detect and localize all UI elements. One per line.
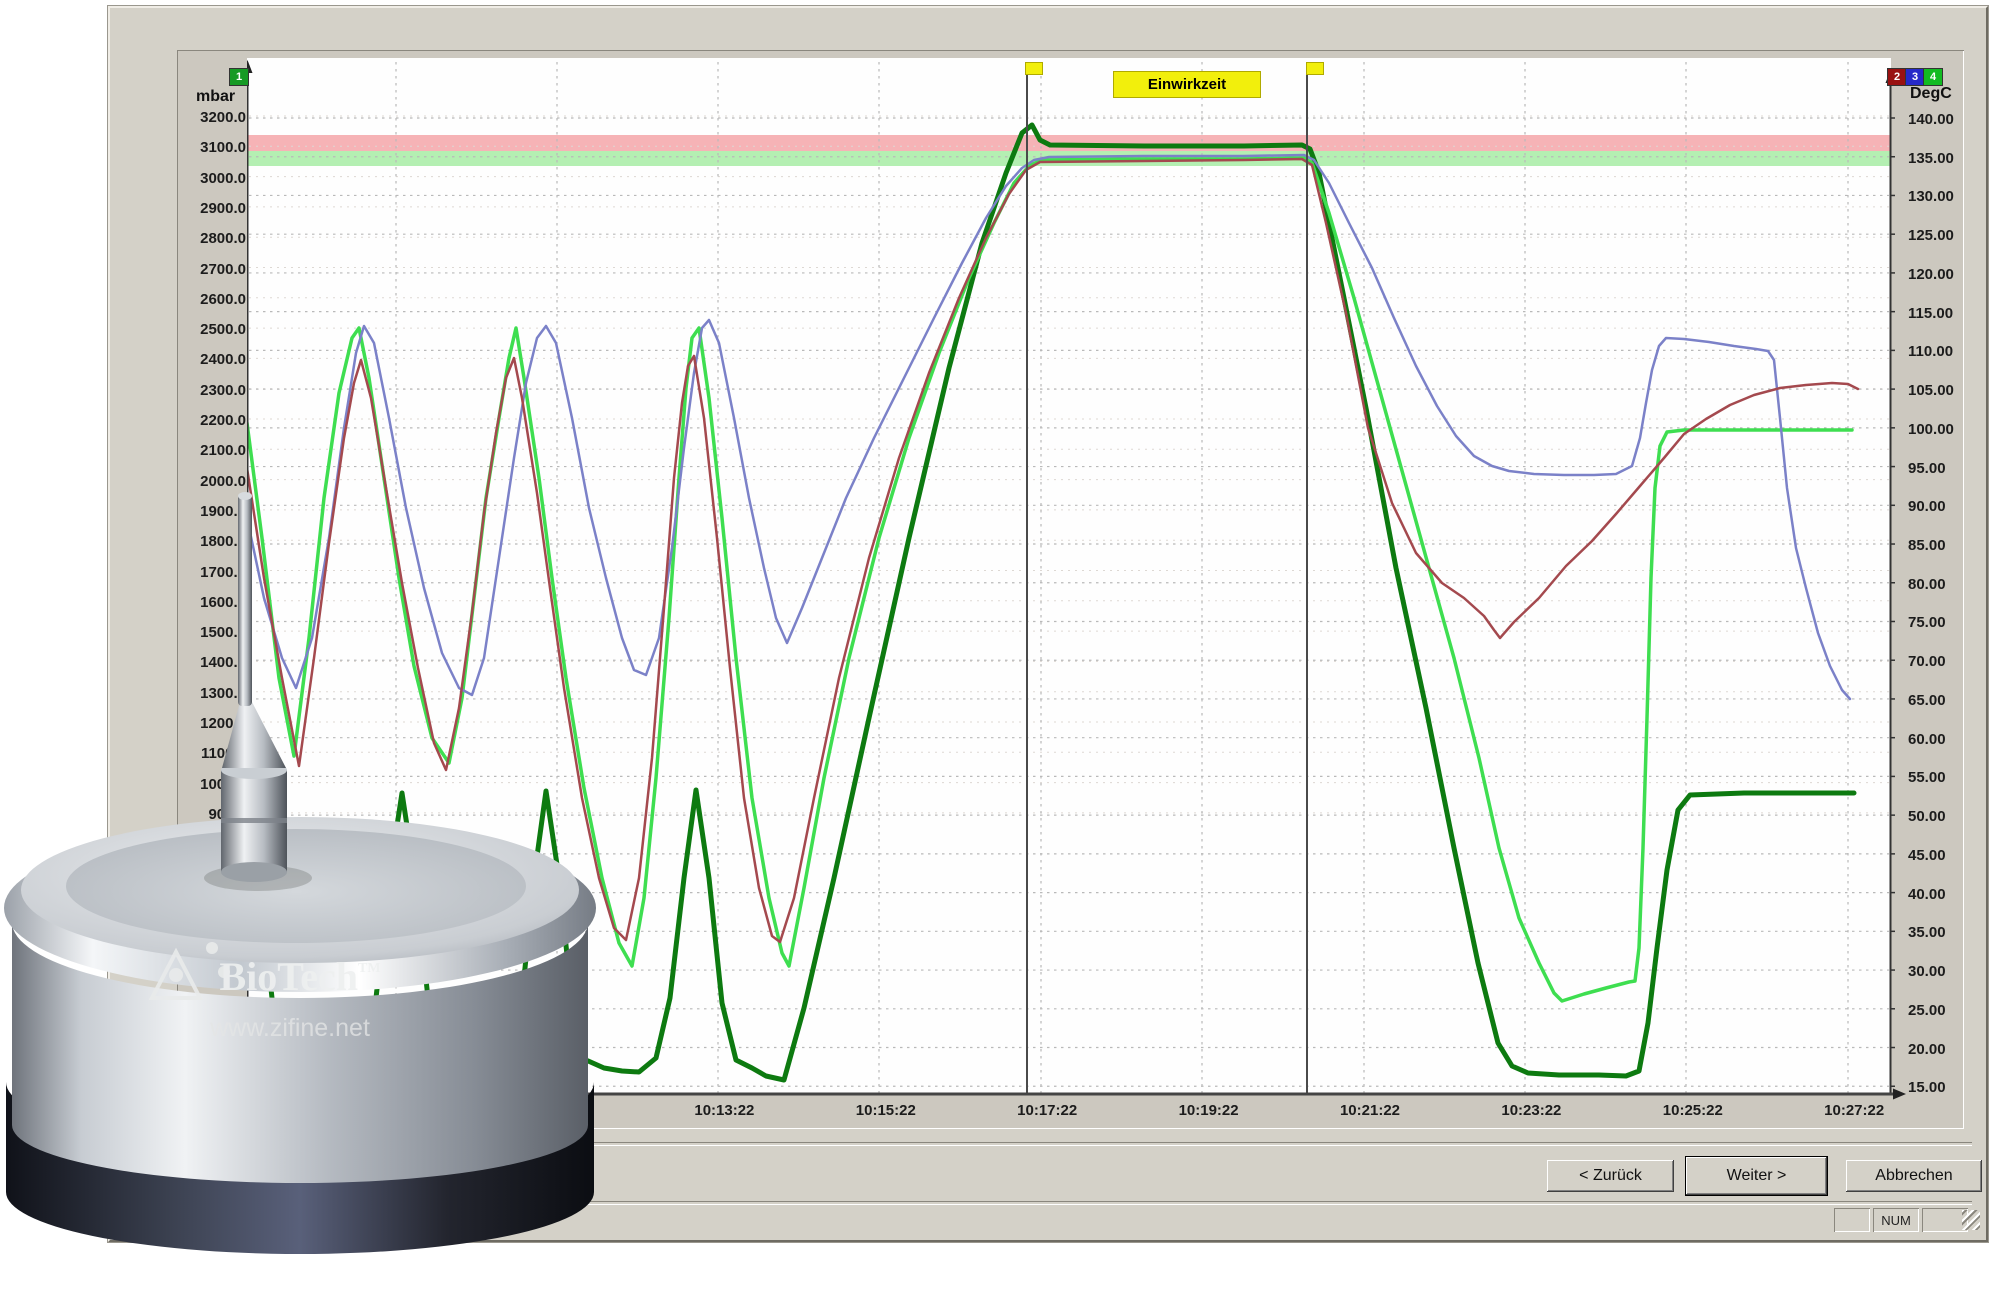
cancel-button[interactable]: Abbrechen	[1846, 1160, 1982, 1192]
brand-url: www.zifine.net	[209, 1014, 370, 1042]
cursor-handle-left[interactable]	[1025, 62, 1043, 75]
statusbar-pane-left	[1834, 1208, 1870, 1232]
resize-grip-icon[interactable]	[1962, 1210, 1980, 1230]
channel-4-legend[interactable]: 4	[1923, 68, 1943, 86]
page: < Zurück Weiter > Abbrechen NUM mbar Deg…	[0, 0, 2000, 1300]
einwirkzeit-annotation: Einwirkzeit	[1113, 71, 1261, 98]
statusbar-num-indicator: NUM	[1873, 1208, 1919, 1232]
brand-text: BioTechTM	[219, 954, 380, 999]
channel-3-legend[interactable]: 3	[1905, 68, 1925, 86]
channel-2-legend[interactable]: 2	[1887, 68, 1907, 86]
back-button[interactable]: < Zurück	[1547, 1160, 1674, 1192]
datalogger-photo: BioTechTM www.zifine.net	[0, 470, 640, 1300]
cursor-handle-right[interactable]	[1306, 62, 1324, 75]
channel-1-legend[interactable]: 1	[229, 68, 249, 86]
next-button[interactable]: Weiter >	[1686, 1157, 1827, 1195]
